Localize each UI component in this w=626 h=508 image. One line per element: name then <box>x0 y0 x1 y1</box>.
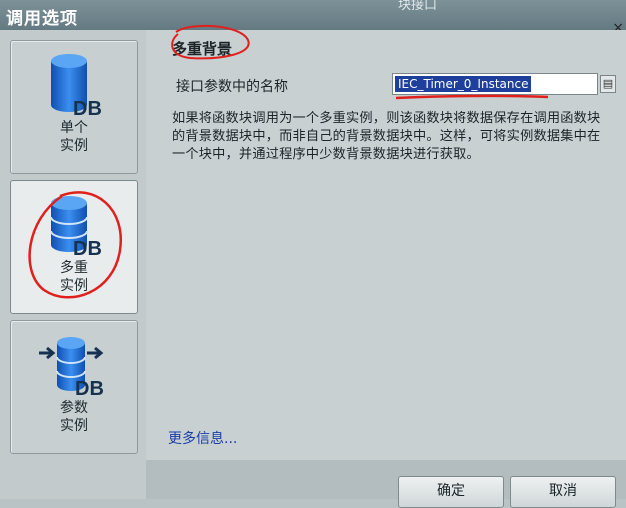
single-instance-db-icon: DB <box>51 54 102 117</box>
dialog-title: 调用选项 <box>6 9 78 29</box>
option-multi-instance[interactable]: DB 多重 实例 <box>10 180 138 314</box>
db-text: DB <box>73 98 102 117</box>
interface-name-value: IEC_Timer_0_Instance <box>395 76 532 92</box>
interface-name-input[interactable]: IEC_Timer_0_Instance <box>392 73 598 95</box>
interface-name-label: 接口参数中的名称 <box>176 79 288 95</box>
description-text: 如果将函数块调用为一个多重实例，则该函数块将数据保存在调用函数块的背景数据块中，… <box>172 111 601 162</box>
option-label: 参数 实例 <box>60 400 88 434</box>
browse-icon[interactable]: ▤ <box>600 75 616 93</box>
dialog-button-bar: 确定 取消 <box>146 460 626 508</box>
background-tab-label: 块接口 <box>398 0 438 13</box>
option-label: 单个 实例 <box>60 120 88 154</box>
ok-button[interactable]: 确定 <box>398 476 504 508</box>
option-parameter-instance[interactable]: DB 参数 实例 <box>10 320 138 454</box>
dialog-titlebar: 调用选项 块接口 × <box>0 0 626 36</box>
parameter-instance-db-icon: DB <box>39 337 104 397</box>
db-text: DB <box>73 238 102 257</box>
option-label: 多重 实例 <box>60 260 88 294</box>
more-info-link[interactable]: 更多信息... <box>168 428 237 448</box>
section-title: 多重背景 <box>172 40 233 58</box>
option-detail-area: 多重背景 接口参数中的名称 IEC_Timer_0_Instance ▤ 如果将… <box>146 30 626 460</box>
db-text: DB <box>75 378 104 397</box>
option-single-instance[interactable]: DB 单个 实例 <box>10 40 138 174</box>
call-option-panel: DB 单个 实例 DB 多重 实例 DB 参数 实例 <box>0 30 146 499</box>
multi-instance-db-icon: DB <box>50 196 102 257</box>
cancel-button[interactable]: 取消 <box>510 476 616 508</box>
